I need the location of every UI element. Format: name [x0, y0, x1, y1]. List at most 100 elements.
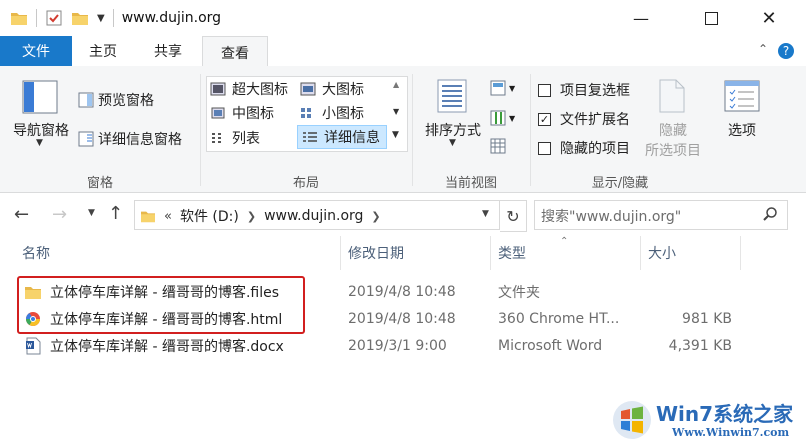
- search-icon[interactable]: [762, 206, 778, 222]
- layout-details[interactable]: 详细信息: [297, 125, 387, 149]
- sort-indicator-icon: ⌃: [560, 236, 569, 247]
- address-dropdown-icon[interactable]: ▼: [482, 209, 489, 219]
- file-type: 文件夹: [498, 285, 540, 301]
- dropdown-arrow-icon: ▼: [509, 113, 516, 123]
- folder-icon: [11, 13, 27, 25]
- extra-large-icons-icon: [210, 82, 226, 96]
- group-separator: [530, 74, 531, 186]
- hide-selected-label-line1: 隐藏: [659, 123, 687, 139]
- search-placeholder: 搜索"www.dujin.org": [541, 209, 682, 225]
- column-divider[interactable]: [740, 236, 741, 270]
- breadcrumb-item-drive[interactable]: 软件 (D:): [180, 206, 239, 226]
- item-checkboxes-checkbox[interactable]: [538, 83, 551, 97]
- customize-toolbar-icon[interactable]: ▼: [97, 13, 105, 24]
- maximize-button[interactable]: [688, 0, 734, 36]
- watermark: Win7系统之家 Www.Winwin7.com: [612, 398, 802, 446]
- hidden-items-label: 隐藏的项目: [560, 141, 630, 157]
- size-columns-icon: [490, 138, 506, 154]
- layout-small-icons[interactable]: 小图标: [300, 103, 364, 123]
- options-label: 选项: [728, 123, 756, 139]
- options-button[interactable]: 选项: [712, 76, 772, 146]
- group-separator: [200, 74, 201, 186]
- list-icon: [212, 133, 221, 143]
- hide-selected-items-button[interactable]: 隐藏 所选项目: [640, 76, 706, 160]
- column-header-type[interactable]: 类型: [498, 236, 526, 270]
- navigation-pane-button[interactable]: 导航窗格 ▼: [10, 76, 72, 156]
- sort-by-button[interactable]: 排序方式 ▼: [420, 76, 486, 160]
- preview-pane-button[interactable]: 预览窗格: [78, 90, 154, 110]
- layout-list[interactable]: 列表: [210, 128, 260, 148]
- breadcrumb-overflow[interactable]: «: [164, 209, 172, 224]
- watermark-url: Www.Winwin7.com: [672, 426, 790, 439]
- file-row[interactable]: 立体停车库详解 - 缙哥哥的博客.docx 2019/3/1 9:00 Micr…: [16, 333, 746, 359]
- hidden-items-option[interactable]: 隐藏的项目: [538, 138, 630, 158]
- layout-large-icons[interactable]: 大图标: [300, 79, 364, 99]
- tab-home[interactable]: 主页: [74, 36, 132, 66]
- layout-medium-icons[interactable]: 中图标: [210, 103, 274, 123]
- hide-selected-label-line2: 所选项目: [645, 143, 701, 159]
- tab-share[interactable]: 共享: [136, 36, 200, 66]
- file-date: 2019/4/8 10:48: [348, 284, 456, 300]
- column-divider[interactable]: [340, 236, 341, 270]
- file-extensions-label: 文件扩展名: [560, 112, 630, 128]
- tab-file[interactable]: 文件: [0, 36, 72, 66]
- file-date: 2019/3/1 9:00: [348, 338, 447, 354]
- word-doc-icon: [26, 337, 41, 355]
- properties-icon[interactable]: [45, 9, 63, 27]
- recent-locations-button[interactable]: ▼: [88, 208, 95, 218]
- column-divider[interactable]: [490, 236, 491, 270]
- medium-icons-label: 中图标: [232, 106, 274, 122]
- back-button[interactable]: ←: [14, 204, 29, 225]
- sort-by-label: 排序方式: [425, 123, 481, 139]
- list-label: 列表: [232, 131, 260, 147]
- new-folder-icon[interactable]: [71, 10, 89, 26]
- dropdown-arrow-icon: ▼: [449, 138, 456, 148]
- separator: [112, 9, 114, 27]
- chevron-right-icon[interactable]: ❯: [371, 210, 380, 223]
- close-button[interactable]: ✕: [746, 0, 792, 36]
- column-header-date[interactable]: 修改日期: [348, 236, 404, 270]
- hidden-items-checkbox[interactable]: [538, 141, 551, 155]
- column-divider[interactable]: [640, 236, 641, 270]
- tab-view[interactable]: 查看: [202, 36, 268, 68]
- layout-group-label: 布局: [292, 176, 319, 191]
- minimize-ribbon-icon[interactable]: ⌃: [758, 42, 768, 56]
- chevron-right-icon[interactable]: ❯: [247, 210, 256, 223]
- gallery-scroll-down-icon[interactable]: ▼: [393, 107, 399, 116]
- file-name: 立体停车库详解 - 缙哥哥的博客.docx: [50, 339, 284, 355]
- column-header-size[interactable]: 大小: [648, 236, 676, 270]
- file-size: 4,391 KB: [668, 338, 732, 354]
- file-extensions-checkbox[interactable]: ✓: [538, 112, 551, 126]
- gallery-expand-icon[interactable]: ▼: [392, 130, 399, 140]
- file-date: 2019/4/8 10:48: [348, 311, 456, 327]
- size-columns-button[interactable]: [490, 138, 506, 158]
- group-by-button[interactable]: ▼: [490, 80, 515, 96]
- add-columns-button[interactable]: ▼: [490, 110, 515, 126]
- watermark-brand: Win7系统之家: [656, 402, 794, 426]
- details-pane-button[interactable]: 详细信息窗格: [78, 129, 182, 149]
- gallery-scroll-up-icon[interactable]: ▲: [393, 80, 399, 89]
- dropdown-arrow-icon: ▼: [36, 138, 43, 148]
- preview-pane-icon: [78, 92, 94, 108]
- group-by-icon: [490, 80, 506, 96]
- large-icons-icon: [300, 82, 316, 96]
- navigation-pane-label: 导航窗格: [13, 123, 69, 139]
- breadcrumb-item-folder[interactable]: www.dujin.org: [264, 208, 363, 224]
- small-icons-icon: [301, 108, 311, 118]
- help-icon[interactable]: ?: [778, 43, 794, 59]
- hide-selected-icon: [659, 79, 685, 113]
- preview-pane-label: 预览窗格: [98, 93, 154, 109]
- sort-by-icon: [437, 79, 467, 113]
- up-button[interactable]: ↑: [108, 203, 123, 224]
- small-icons-label: 小图标: [322, 106, 364, 122]
- forward-button[interactable]: →: [52, 204, 67, 225]
- panes-group-label: 窗格: [86, 176, 113, 191]
- medium-icons-icon: [211, 107, 225, 119]
- layout-extra-large-icons[interactable]: 超大图标: [210, 79, 288, 99]
- minimize-button[interactable]: —: [618, 0, 664, 36]
- refresh-button[interactable]: ↻: [500, 200, 527, 232]
- file-extensions-option[interactable]: ✓ 文件扩展名: [538, 109, 630, 129]
- quick-access-toolbar: ▼ www.dujin.org: [10, 8, 221, 28]
- item-checkboxes-option[interactable]: 项目复选框: [538, 80, 630, 100]
- column-header-name[interactable]: 名称: [22, 236, 50, 270]
